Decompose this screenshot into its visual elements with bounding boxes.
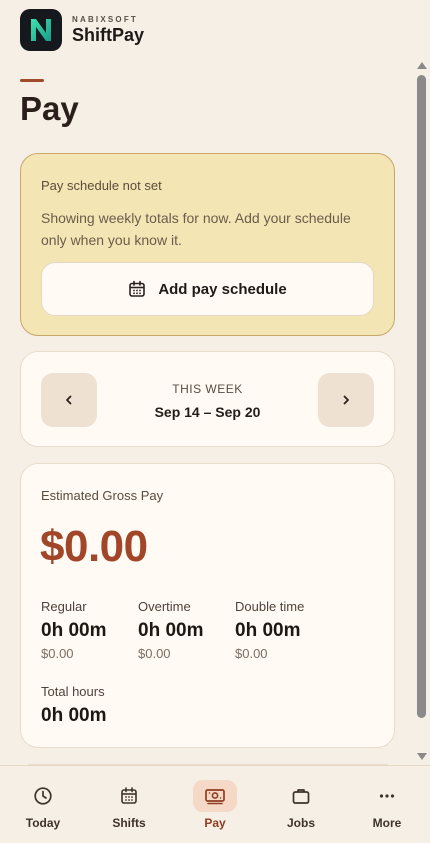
calendar-icon <box>129 280 146 297</box>
bottom-tab-bar: Today Shifts Pay Jobs More <box>0 765 430 843</box>
tab-more[interactable]: More <box>344 766 430 843</box>
briefcase-icon <box>279 780 323 812</box>
tab-pay[interactable]: Pay <box>172 766 258 843</box>
regular-pay-stat: Regular 0h 00m $0.00 <box>41 599 106 661</box>
notice-title: Pay schedule not set <box>41 178 162 193</box>
tab-jobs[interactable]: Jobs <box>258 766 344 843</box>
app-header: NABIXSOFT ShiftPay <box>20 9 144 51</box>
pay-screen: NABIXSOFT ShiftPay Pay Pay schedule not … <box>0 0 430 765</box>
tab-more-label: More <box>372 816 402 830</box>
tab-today-label: Today <box>25 816 61 830</box>
overtime-amount: $0.00 <box>138 646 171 661</box>
scroll-up-arrow-icon[interactable] <box>417 62 427 69</box>
notice-body: Showing weekly totals for now. Add your … <box>41 210 351 248</box>
double-time-amount: $0.00 <box>235 646 268 661</box>
double-time-pay-stat: Double time 0h 00m $0.00 <box>235 599 304 661</box>
tab-shifts[interactable]: Shifts <box>86 766 172 843</box>
overtime-hours: 0h 00m <box>138 620 204 641</box>
gross-pay-card: Estimated Gross Pay $0.00 Regular 0h 00m… <box>20 463 395 748</box>
gross-pay-label: Estimated Gross Pay <box>41 488 164 503</box>
title-accent-line <box>20 79 44 82</box>
double-time-hours: 0h 00m <box>235 620 301 641</box>
brand-name: NABIXSOFT ShiftPay <box>72 15 144 46</box>
pay-schedule-notice: Pay schedule not set Showing weekly tota… <box>20 153 395 336</box>
total-hours-value: 0h 00m <box>41 705 107 726</box>
double-time-label: Double time <box>235 599 305 614</box>
vertical-scrollbar[interactable] <box>415 59 428 765</box>
next-week-button[interactable] <box>318 373 374 427</box>
gross-pay-amount: $0.00 <box>40 522 148 571</box>
regular-label: Regular <box>41 599 87 614</box>
overtime-label: Overtime <box>138 599 191 614</box>
week-selector: THIS WEEK Sep 14 – Sep 20 <box>20 351 395 447</box>
clock-icon <box>21 780 65 812</box>
chevron-right-icon <box>343 395 349 405</box>
regular-amount: $0.00 <box>41 646 74 661</box>
app-logo <box>20 9 62 51</box>
tab-shifts-label: Shifts <box>112 816 146 830</box>
regular-hours: 0h 00m <box>41 620 107 641</box>
brand-app-name: ShiftPay <box>72 24 145 45</box>
tab-jobs-label: Jobs <box>286 816 315 830</box>
tab-today[interactable]: Today <box>0 766 86 843</box>
logo-mark-icon <box>31 19 51 41</box>
add-pay-schedule-label: Add pay schedule <box>158 280 287 298</box>
brand-company: NABIXSOFT <box>72 14 139 24</box>
overtime-pay-stat: Overtime 0h 00m $0.00 <box>138 599 203 661</box>
tab-pay-label: Pay <box>204 816 226 830</box>
scroll-down-arrow-icon[interactable] <box>417 753 427 760</box>
cash-icon <box>193 780 237 812</box>
calendar-icon <box>107 780 151 812</box>
add-pay-schedule-button[interactable]: Add pay schedule <box>41 262 374 316</box>
total-hours-label: Total hours <box>41 684 105 699</box>
more-dots-icon <box>365 780 409 812</box>
total-hours-stat: Total hours 0h 00m <box>41 684 106 727</box>
page-title: Pay <box>20 90 79 127</box>
scrollbar-thumb[interactable] <box>417 75 426 718</box>
